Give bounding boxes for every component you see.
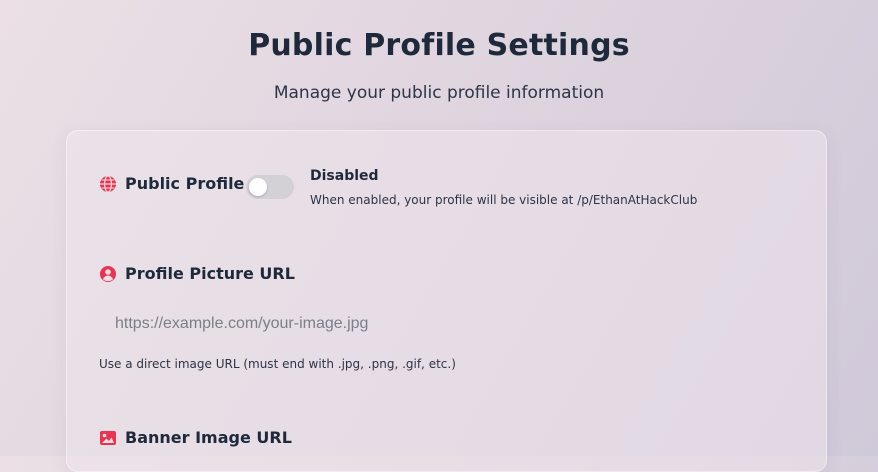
settings-card: Public Profile Disabled When enabled, yo… bbox=[66, 130, 827, 472]
toggle-knob bbox=[249, 178, 267, 196]
profile-picture-label-row: Profile Picture URL bbox=[99, 264, 295, 283]
profile-picture-help: Use a direct image URL (must end with .j… bbox=[99, 357, 456, 371]
globe-icon bbox=[99, 174, 117, 193]
public-profile-description: When enabled, your profile will be visib… bbox=[310, 193, 698, 207]
page-title: Public Profile Settings bbox=[248, 28, 630, 63]
banner-image-label-row: Banner Image URL bbox=[99, 428, 292, 447]
image-icon bbox=[99, 429, 117, 447]
public-profile-label: Public Profile bbox=[125, 174, 245, 193]
public-profile-label-row: Public Profile bbox=[99, 174, 244, 193]
profile-picture-label: Profile Picture URL bbox=[125, 264, 295, 283]
user-circle-icon bbox=[99, 265, 117, 283]
public-profile-status: Disabled bbox=[310, 168, 379, 184]
profile-picture-url-input[interactable] bbox=[99, 307, 821, 341]
page-subtitle: Manage your public profile information bbox=[273, 83, 605, 103]
banner-image-label: Banner Image URL bbox=[125, 428, 292, 447]
public-profile-toggle[interactable] bbox=[246, 175, 294, 199]
